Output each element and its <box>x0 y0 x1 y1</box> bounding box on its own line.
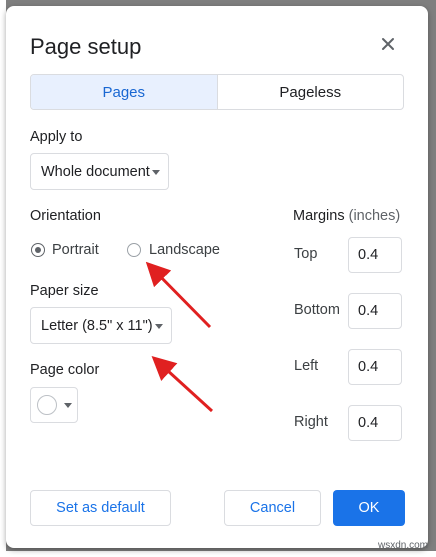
background-page-bottom <box>0 551 436 557</box>
chevron-down-icon <box>64 403 72 408</box>
margin-right-label: Right <box>294 414 328 430</box>
tab-pageless[interactable]: Pageless <box>218 75 404 109</box>
margin-bottom-label: Bottom <box>294 302 340 318</box>
cancel-button[interactable]: Cancel <box>224 490 321 526</box>
set-as-default-button[interactable]: Set as default <box>30 490 171 526</box>
color-circle-icon <box>37 395 57 415</box>
margin-left-label: Left <box>294 358 319 374</box>
chevron-down-icon <box>155 323 163 329</box>
page-color-label: Page color <box>30 362 100 378</box>
ok-button[interactable]: OK <box>333 490 405 526</box>
margin-right-input[interactable]: 0.4 <box>348 405 402 441</box>
landscape-radio[interactable] <box>127 243 141 257</box>
apply-to-label: Apply to <box>30 129 83 145</box>
apply-to-value: Whole document <box>41 163 150 180</box>
landscape-label: Landscape <box>149 242 220 258</box>
margin-left-input[interactable]: 0.4 <box>348 349 402 385</box>
tab-pages[interactable]: Pages <box>31 75 218 109</box>
margins-unit: (inches) <box>348 208 401 224</box>
paper-size-select[interactable]: Letter (8.5" x 11") <box>30 307 172 344</box>
apply-to-select[interactable]: Whole document <box>30 153 169 190</box>
portrait-label: Portrait <box>52 242 99 258</box>
watermark: wsxdn.com <box>377 540 428 551</box>
dialog-title: Page setup <box>30 34 142 59</box>
margin-top-label: Top <box>294 246 318 262</box>
margin-bottom-input[interactable]: 0.4 <box>348 293 402 329</box>
margins-label: Margins <box>293 208 345 224</box>
chevron-down-icon <box>152 169 160 175</box>
layout-tabs: Pages Pageless <box>30 74 404 110</box>
page-setup-dialog: Page setup Pages Pageless Apply to Whole… <box>6 6 428 548</box>
margin-top-input[interactable]: 0.4 <box>348 237 402 273</box>
close-icon[interactable] <box>376 32 400 56</box>
page-color-picker[interactable] <box>30 387 78 423</box>
paper-size-label: Paper size <box>30 283 99 299</box>
orientation-label: Orientation <box>30 208 101 224</box>
portrait-radio[interactable] <box>31 243 45 257</box>
paper-size-value: Letter (8.5" x 11") <box>41 317 153 334</box>
margins-heading: Margins (inches) <box>293 208 400 224</box>
